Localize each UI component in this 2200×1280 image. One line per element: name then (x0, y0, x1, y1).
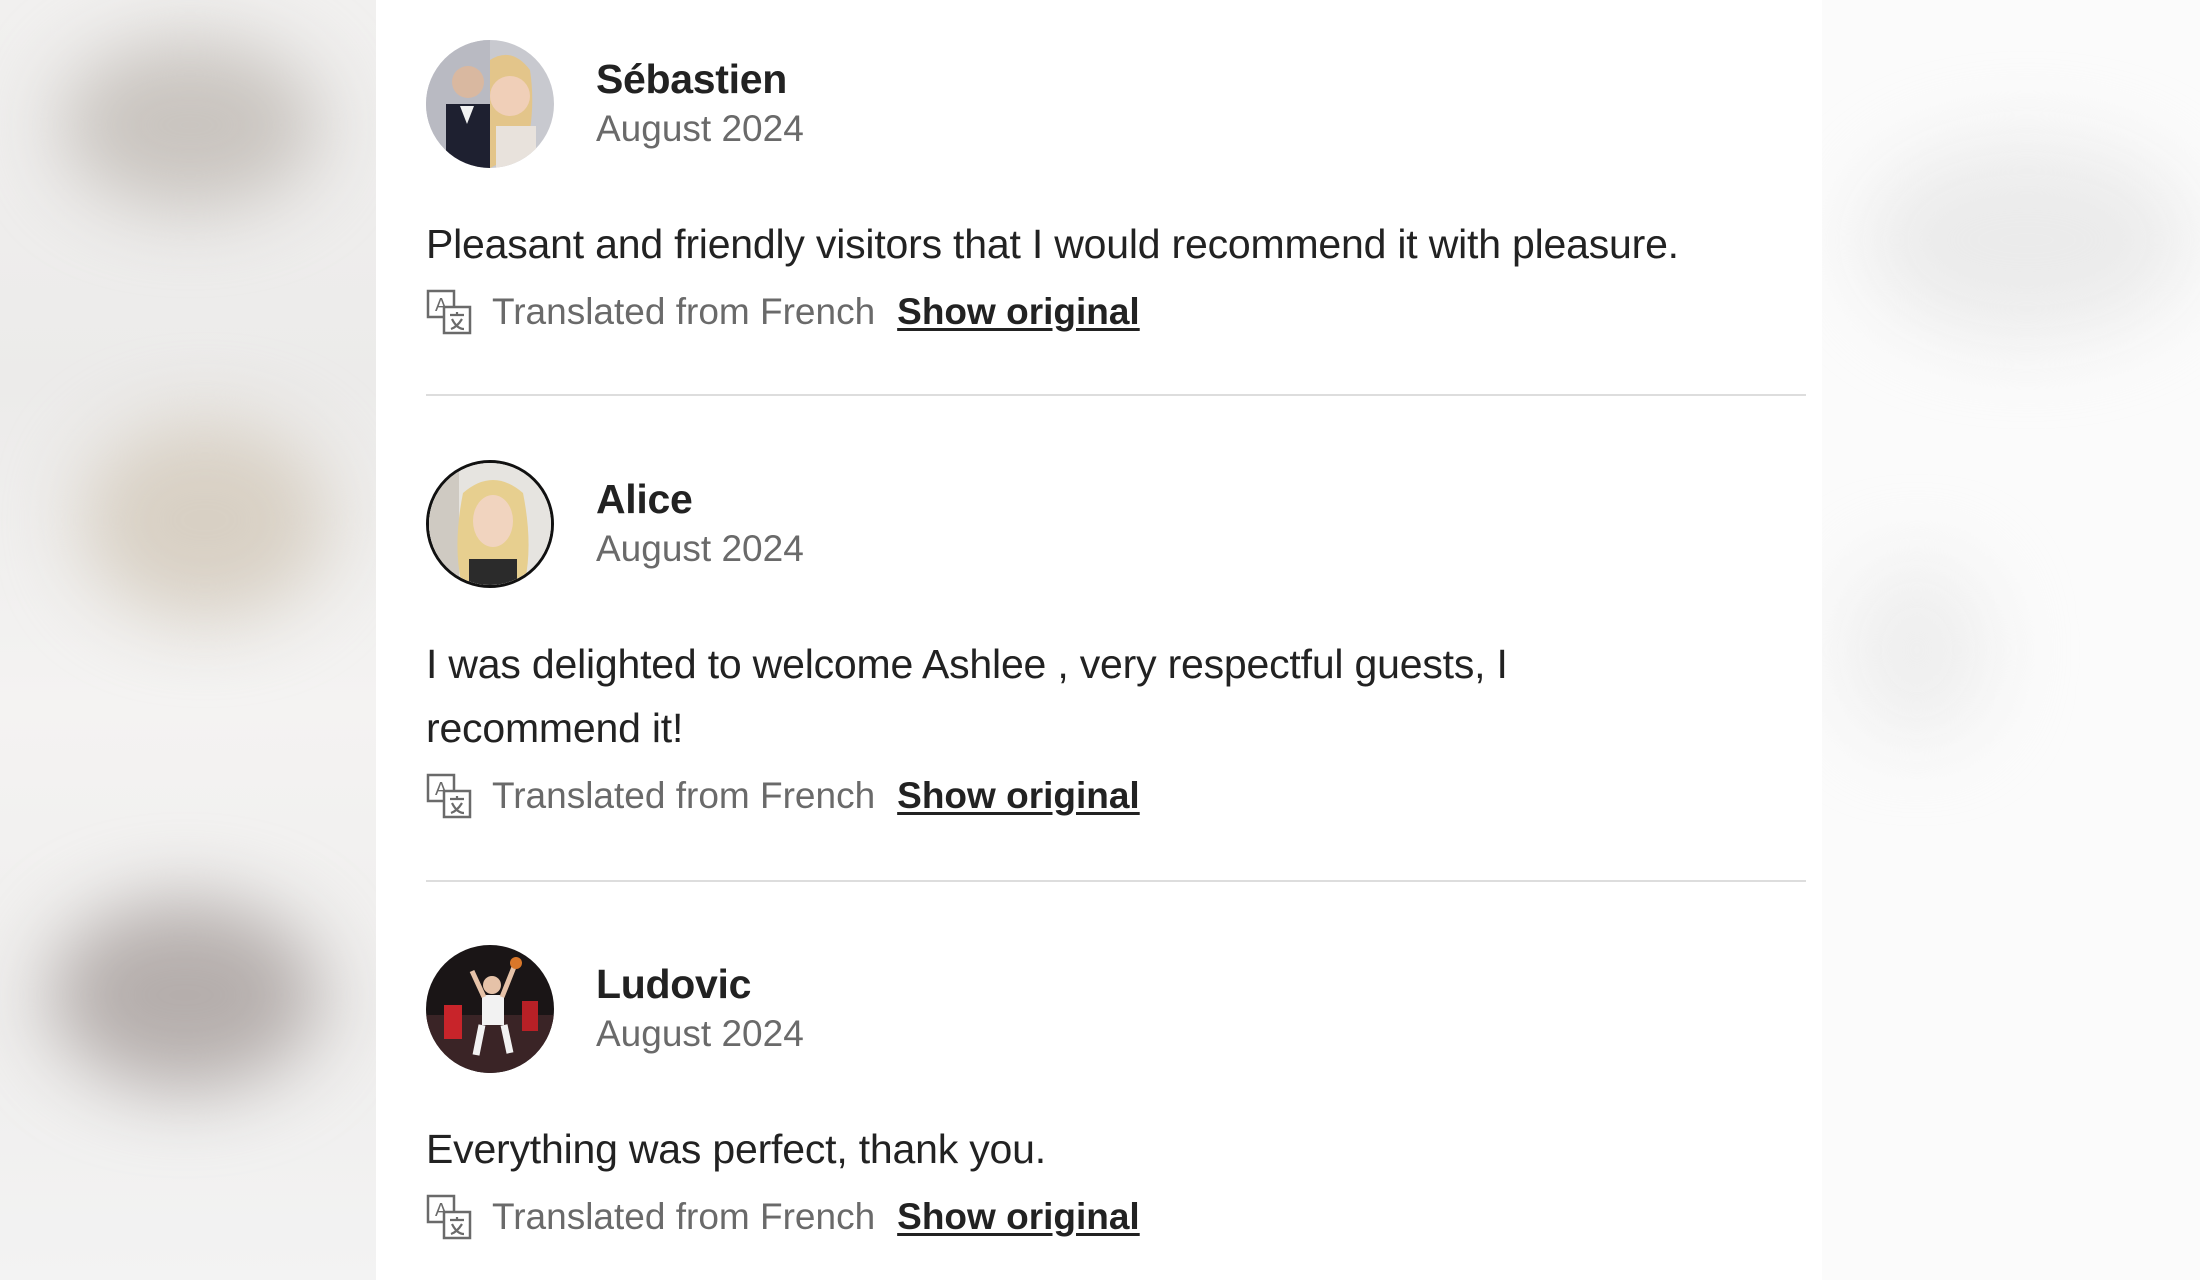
review-text: I was delighted to welcome Ashlee , very… (426, 641, 1508, 751)
basketball-photo-avatar[interactable] (426, 945, 554, 1073)
reviewer-name: Sébastien (596, 56, 787, 102)
show-original-link[interactable]: Show original (897, 775, 1140, 817)
translated-label: Translated from French (492, 291, 876, 332)
translation-row: A Translated from French Show original (426, 1185, 1806, 1249)
translate-icon: A (426, 289, 472, 335)
review-item: Sébastien August 2024 Pleasant and frien… (426, 40, 1806, 344)
translation-row: A Translated from French Show original (426, 280, 1806, 344)
show-original-link[interactable]: Show original (897, 1196, 1140, 1238)
translated-label: Translated from French (492, 775, 876, 816)
show-original-link[interactable]: Show original (897, 291, 1140, 333)
review-text: Everything was perfect, thank you. (426, 1126, 1046, 1172)
woman-photo-avatar[interactable] (426, 460, 554, 588)
review-date: August 2024 (596, 1013, 804, 1054)
reviews-panel: Sébastien August 2024 Pleasant and frien… (376, 0, 1822, 1280)
review-header: Alice August 2024 (426, 460, 1806, 588)
review-header: Sébastien August 2024 (426, 40, 1806, 168)
reviewer-name: Ludovic (596, 961, 752, 1007)
review-date: August 2024 (596, 528, 804, 569)
reviewer-name: Alice (596, 476, 693, 522)
review-divider (426, 394, 1806, 396)
couple-photo-avatar[interactable] (426, 40, 554, 168)
background-blur-left (0, 0, 376, 1280)
review-header: Ludovic August 2024 (426, 945, 1806, 1073)
translated-label: Translated from French (492, 1196, 876, 1237)
review-divider (426, 880, 1806, 882)
review-text: Pleasant and friendly visitors that I wo… (426, 221, 1679, 267)
translation-row: A Translated from French Show original (426, 764, 1806, 828)
translate-icon: A (426, 773, 472, 819)
review-date: August 2024 (596, 108, 804, 149)
review-item: Ludovic August 2024 Everything was perfe… (426, 945, 1806, 1249)
background-blur-right (1822, 0, 2200, 1280)
translate-icon: A (426, 1194, 472, 1240)
review-item: Alice August 2024 I was delighted to wel… (426, 460, 1806, 828)
